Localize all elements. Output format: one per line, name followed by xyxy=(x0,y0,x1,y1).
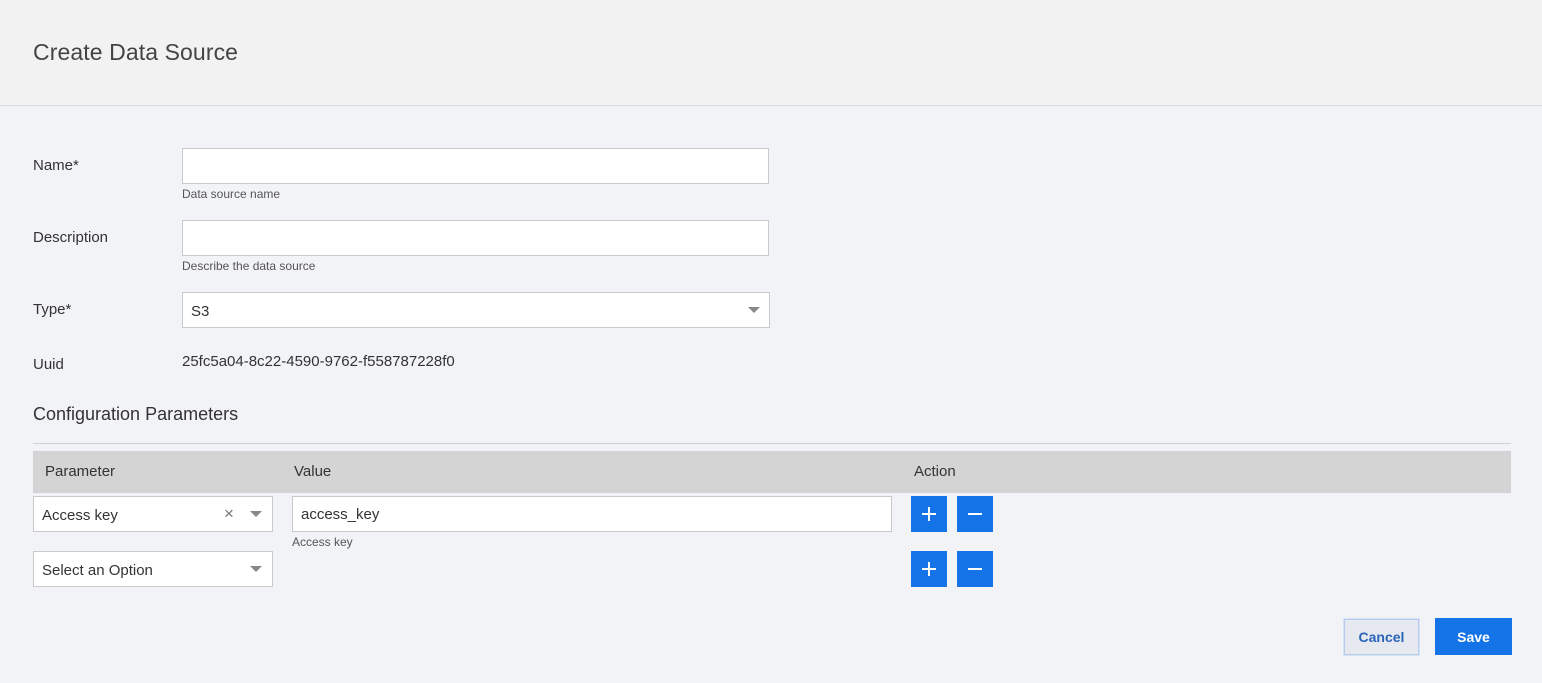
name-input[interactable] xyxy=(182,148,769,184)
chevron-down-icon xyxy=(250,511,262,517)
config-section-title: Configuration Parameters xyxy=(33,404,239,424)
remove-row-button[interactable] xyxy=(957,496,993,532)
remove-row-button[interactable] xyxy=(957,551,993,587)
column-parameter: Parameter xyxy=(45,463,116,480)
page-title: Create Data Source xyxy=(33,39,239,65)
description-hint: Describe the data source xyxy=(182,259,316,273)
add-row-button[interactable] xyxy=(911,496,947,532)
type-select-value: S3 xyxy=(191,303,210,320)
type-label: Type* xyxy=(33,301,72,318)
description-label: Description xyxy=(33,229,109,246)
uuid-label: Uuid xyxy=(33,356,64,373)
config-table-header: Parameter Value Action xyxy=(33,451,1511,493)
parameter-select[interactable]: Select an Option xyxy=(33,551,273,587)
section-divider xyxy=(33,443,1511,444)
name-hint: Data source name xyxy=(182,187,281,201)
parameter-select[interactable]: Access key × xyxy=(33,496,273,532)
column-action: Action xyxy=(914,463,956,480)
close-icon[interactable]: × xyxy=(224,505,234,522)
page-header: Create Data Source xyxy=(0,0,1542,106)
chevron-down-icon xyxy=(250,566,262,572)
chevron-down-icon xyxy=(748,307,760,313)
description-input[interactable] xyxy=(182,220,769,256)
parameter-value-input[interactable] xyxy=(292,496,892,532)
type-select[interactable]: S3 xyxy=(182,292,770,328)
add-row-button[interactable] xyxy=(911,551,947,587)
name-label: Name* xyxy=(33,157,79,174)
cancel-button[interactable]: Cancel xyxy=(1344,619,1419,655)
parameter-select-placeholder: Select an Option xyxy=(42,562,153,579)
save-button[interactable]: Save xyxy=(1435,618,1512,655)
uuid-value: 25fc5a04-8c22-4590-9762-f558787228f0 xyxy=(182,353,455,370)
column-value: Value xyxy=(294,463,332,480)
parameter-select-value: Access key xyxy=(42,507,118,524)
parameter-value-hint: Access key xyxy=(292,535,353,549)
